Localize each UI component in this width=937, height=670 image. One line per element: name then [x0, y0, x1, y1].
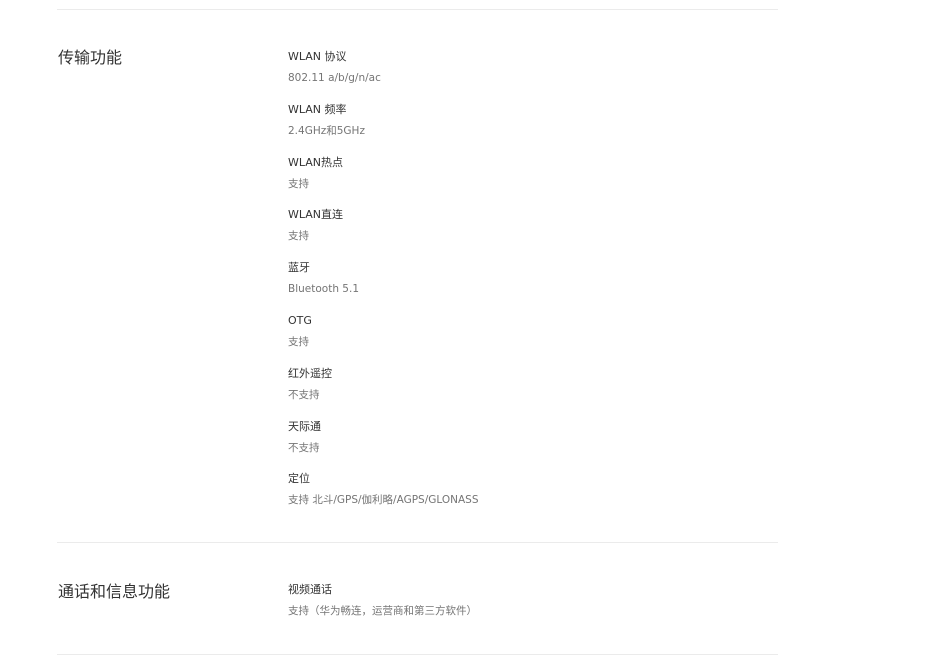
spec-item-wlan-protocol: WLAN 协议 802.11 a/b/g/n/ac — [288, 50, 768, 103]
spec-item-infrared: 红外遥控 不支持 — [288, 367, 768, 420]
spec-value: 支持 — [288, 177, 309, 190]
spec-label: 天际通 — [288, 419, 321, 433]
spec-value: 支持 北斗/GPS/伽利略/AGPS/GLONASS — [288, 494, 479, 507]
spec-page: 传输功能 WLAN 协议 802.11 a/b/g/n/ac WLAN 频率 2… — [0, 0, 937, 670]
spec-label: WLAN直连 — [288, 208, 344, 222]
spec-list: WLAN 协议 802.11 a/b/g/n/ac WLAN 频率 2.4GHz… — [288, 50, 768, 525]
spec-item-wlan-frequency: WLAN 频率 2.4GHz和5GHz — [288, 103, 768, 156]
section-title: 传输功能 — [58, 48, 123, 67]
spec-item-wlan-direct: WLAN直连 支持 — [288, 208, 768, 261]
spec-item-skytone: 天际通 不支持 — [288, 420, 768, 473]
top-divider — [57, 9, 778, 10]
spec-value: 支持 — [288, 335, 309, 348]
spec-label: 红外遥控 — [288, 366, 332, 380]
spec-value: 不支持 — [288, 441, 320, 454]
spec-value: 支持 — [288, 230, 309, 243]
spec-item-positioning: 定位 支持 北斗/GPS/伽利略/AGPS/GLONASS — [288, 472, 768, 525]
spec-list: 视频通话 支持（华为畅连，运营商和第三方软件） — [288, 583, 768, 636]
spec-item-otg: OTG 支持 — [288, 314, 768, 367]
spec-label: 蓝牙 — [288, 261, 310, 275]
spec-value: 支持（华为畅连，运营商和第三方软件） — [288, 605, 477, 617]
spec-item-wlan-hotspot: WLAN热点 支持 — [288, 156, 768, 209]
spec-value: Bluetooth 5.1 — [288, 283, 360, 296]
section-divider — [57, 542, 778, 543]
spec-label: WLAN热点 — [288, 155, 344, 169]
spec-value: 不支持 — [288, 388, 320, 401]
spec-label: 视频通话 — [288, 583, 332, 596]
spec-item-video-call: 视频通话 支持（华为畅连，运营商和第三方软件） — [288, 583, 768, 636]
spec-value: 802.11 a/b/g/n/ac — [288, 72, 381, 84]
bottom-divider — [57, 654, 778, 655]
spec-label: OTG — [288, 313, 312, 327]
section-title: 通话和信息功能 — [58, 582, 171, 601]
spec-label: WLAN 协议 — [288, 50, 347, 63]
spec-label: WLAN 频率 — [288, 102, 347, 116]
spec-label: 定位 — [288, 472, 310, 486]
spec-value: 2.4GHz和5GHz — [288, 124, 365, 137]
spec-item-bluetooth: 蓝牙 Bluetooth 5.1 — [288, 261, 768, 314]
